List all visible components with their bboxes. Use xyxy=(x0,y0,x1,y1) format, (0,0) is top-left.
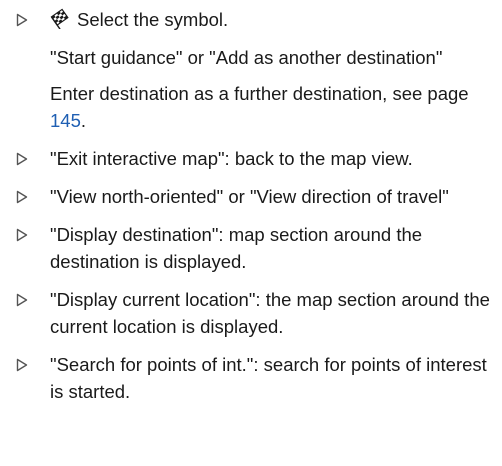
checkered-flag-icon xyxy=(50,8,71,30)
list-item-exit-map: "Exit interactive map": back to the map … xyxy=(16,145,502,172)
sub-text-suffix: . xyxy=(80,110,87,131)
sub-text-start-guidance: "Start guidance" or "Add as another dest… xyxy=(50,47,443,68)
instruction-list: Select the symbol. "Start guidance" or "… xyxy=(0,0,502,466)
page-link[interactable]: 145 xyxy=(50,110,81,131)
step-text: "Exit interactive map": back to the map … xyxy=(50,148,413,169)
bullet-triangle-icon xyxy=(16,221,32,248)
sub-text-prefix: Enter destination as a further destinati… xyxy=(50,83,469,104)
bullet-triangle-icon xyxy=(16,6,32,33)
list-item-display-destination: "Display destination": map section aroun… xyxy=(16,221,502,275)
bullet-triangle-icon xyxy=(16,351,32,378)
step-text: "View north-oriented" or "View direction… xyxy=(50,186,449,207)
bullet-triangle-icon xyxy=(16,183,32,210)
bullet-triangle-icon xyxy=(16,286,32,313)
step-text: "Display current location": the map sect… xyxy=(50,289,490,337)
step-text: Select the symbol. xyxy=(77,9,229,30)
list-item-search-poi: "Search for points of int.": search for … xyxy=(16,351,502,405)
list-item-view-orientation: "View north-oriented" or "View direction… xyxy=(16,183,502,210)
list-item-select-symbol: Select the symbol. xyxy=(16,6,502,33)
list-item-display-current-location: "Display current location": the map sect… xyxy=(16,286,502,340)
bullet-triangle-icon xyxy=(16,145,32,172)
step-text: "Display destination": map section aroun… xyxy=(50,224,423,272)
sub-text-further-destination: Enter destination as a further destinati… xyxy=(16,80,502,134)
step-text: "Search for points of int.": search for … xyxy=(50,354,487,402)
